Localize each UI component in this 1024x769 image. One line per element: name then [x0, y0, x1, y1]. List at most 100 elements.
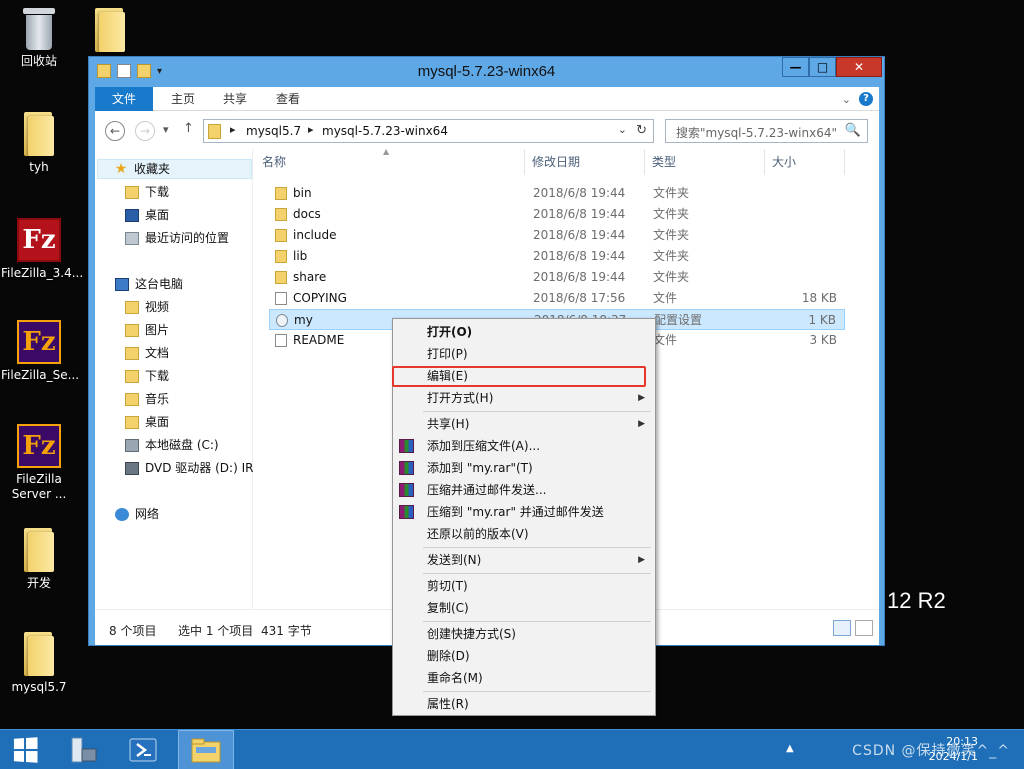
large-icons-view-button[interactable] — [855, 620, 873, 636]
refresh-icon[interactable]: ↻ — [636, 123, 647, 138]
nav-pc-downloads[interactable]: 下载 — [125, 366, 169, 386]
navigation-bar: ← → ▾ ↑ ▸ mysql5.7 ▸ mysql-5.7.23-winx64… — [95, 111, 879, 149]
nav-network[interactable]: 网络 — [115, 504, 159, 524]
file-name: docs — [293, 207, 321, 221]
file-row-docs[interactable]: docs 2018/6/8 19:44 文件夹 — [269, 204, 845, 225]
nav-documents[interactable]: 文档 — [125, 343, 169, 363]
nav-music[interactable]: 音乐 — [125, 389, 169, 409]
column-header-date[interactable]: 修改日期 — [525, 149, 645, 175]
clock[interactable]: 20:13 2024/1/1 — [929, 734, 978, 764]
address-bar[interactable]: ▸ mysql5.7 ▸ mysql-5.7.23-winx64 ⌄ ↻ — [203, 119, 654, 143]
filezilla-server-icon: Fz — [17, 424, 61, 468]
ribbon-expand-icon[interactable]: ⌄ — [842, 93, 851, 106]
menu-item-label: 打开(O) — [427, 325, 473, 339]
nav-desktop[interactable]: 桌面 — [125, 205, 169, 225]
desktop-folder[interactable] — [72, 8, 148, 56]
menu-item-print[interactable]: 打印(P) — [393, 343, 655, 365]
desktop-icon-recycle-bin[interactable]: 回收站 — [1, 8, 77, 69]
nav-pc-desktop[interactable]: 桌面 — [125, 412, 169, 432]
menu-item-open-with[interactable]: 打开方式(H) ▶ — [393, 387, 655, 409]
menu-item-add-to-archive[interactable]: 添加到压缩文件(A)... — [393, 435, 655, 457]
breadcrumb-mysql57[interactable]: mysql5.7 — [246, 124, 301, 138]
file-name: lib — [293, 249, 308, 263]
details-view-button[interactable] — [833, 620, 851, 636]
desktop-icon-tyh[interactable]: tyh — [1, 112, 77, 175]
file-type: 文件 — [653, 291, 678, 305]
system-tray: ▲ CSDN @保持微笑^_^ 20:13 2024/1/1 — [784, 730, 1024, 769]
file-size: 18 KB — [801, 291, 837, 305]
tab-file[interactable]: 文件 — [95, 87, 153, 111]
nav-recent[interactable]: 最近访问的位置 — [125, 228, 229, 248]
server-manager-button[interactable] — [58, 730, 108, 769]
tab-view[interactable]: 查看 — [266, 87, 310, 111]
menu-item-compress-my-rar-email[interactable]: 压缩到 "my.rar" 并通过邮件发送 — [393, 501, 655, 523]
menu-item-add-to-my-rar[interactable]: 添加到 "my.rar"(T) — [393, 457, 655, 479]
breadcrumb-separator[interactable]: ▸ — [308, 123, 314, 136]
file-row-copying[interactable]: COPYING 2018/6/8 17:56 文件 18 KB — [269, 288, 845, 309]
close-button[interactable]: ✕ — [836, 57, 882, 77]
column-header-size[interactable]: 大小 — [765, 149, 845, 175]
nav-favorites[interactable]: ★ 收藏夹 — [97, 159, 252, 179]
menu-item-create-shortcut[interactable]: 创建快捷方式(S) — [393, 623, 655, 645]
show-hidden-icons-icon[interactable]: ▲ — [786, 743, 794, 754]
nav-videos[interactable]: 视频 — [125, 297, 169, 317]
menu-item-restore-versions[interactable]: 还原以前的版本(V) — [393, 523, 655, 545]
menu-item-share[interactable]: 共享(H) ▶ — [393, 413, 655, 435]
menu-item-properties[interactable]: 属性(R) — [393, 693, 655, 715]
help-icon[interactable]: ? — [859, 92, 873, 106]
menu-item-delete[interactable]: 删除(D) — [393, 645, 655, 667]
nav-local-disk[interactable]: 本地磁盘 (C:) — [125, 435, 219, 455]
desktop-icon-filezilla-server[interactable]: Fz FileZilla Server ... — [1, 424, 77, 502]
menu-item-rename[interactable]: 重命名(M) — [393, 667, 655, 689]
menu-item-copy[interactable]: 复制(C) — [393, 597, 655, 619]
recent-locations-icon[interactable]: ▾ — [163, 123, 169, 136]
breadcrumb-current[interactable]: mysql-5.7.23-winx64 — [322, 124, 448, 138]
menu-item-label: 复制(C) — [427, 601, 469, 615]
desktop-icon-filezilla-server-setup[interactable]: Fz FileZilla_Se... — [1, 320, 79, 383]
menu-item-send-to[interactable]: 发送到(N) ▶ — [393, 549, 655, 571]
file-explorer-button[interactable] — [178, 730, 234, 769]
up-button[interactable]: ↑ — [183, 121, 194, 136]
search-placeholder: 搜索"mysql-5.7.23-winx64" — [676, 126, 837, 140]
nav-label: 最近访问的位置 — [145, 231, 230, 245]
maximize-button[interactable]: □ — [809, 57, 836, 77]
tab-share[interactable]: 共享 — [213, 87, 257, 111]
column-header-name[interactable]: 名称 — [255, 149, 525, 175]
nav-pictures[interactable]: 图片 — [125, 320, 169, 340]
desktop-icon-dev[interactable]: 开发 — [1, 528, 77, 591]
title-bar[interactable]: ▾ mysql-5.7.23-winx64 — □ ✕ — [89, 57, 884, 87]
nav-downloads[interactable]: 下载 — [125, 182, 169, 202]
start-button[interactable] — [0, 730, 50, 769]
clock-date: 2024/1/1 — [928, 750, 978, 763]
menu-item-cut[interactable]: 剪切(T) — [393, 575, 655, 597]
hard-drive-icon — [125, 438, 139, 452]
desktop-icon-label: 回收站 — [20, 54, 57, 68]
nav-dvd-drive[interactable]: DVD 驱动器 (D:) IR — [125, 458, 253, 478]
desktop-icon-label: tyh — [29, 160, 49, 174]
address-dropdown-icon[interactable]: ⌄ — [618, 123, 627, 136]
menu-item-label: 打印(P) — [427, 347, 468, 361]
file-row-lib[interactable]: lib 2018/6/8 19:44 文件夹 — [269, 246, 845, 267]
nav-this-pc[interactable]: 这台电脑 — [115, 274, 183, 294]
documents-icon — [125, 346, 139, 360]
powershell-button[interactable] — [118, 730, 168, 769]
breadcrumb-separator[interactable]: ▸ — [230, 123, 236, 136]
nav-label: 桌面 — [145, 415, 170, 429]
menu-item-label: 创建快捷方式(S) — [427, 627, 516, 641]
search-icon[interactable]: 🔍 — [845, 123, 861, 138]
menu-item-open[interactable]: 打开(O) — [393, 321, 655, 343]
desktop-icon-filezilla[interactable]: Fz FileZilla_3.4... — [1, 218, 83, 281]
music-icon — [125, 392, 139, 406]
minimize-button[interactable]: — — [782, 57, 809, 77]
file-row-bin[interactable]: bin 2018/6/8 19:44 文件夹 — [269, 183, 845, 204]
menu-item-compress-email[interactable]: 压缩并通过邮件发送... — [393, 479, 655, 501]
file-row-include[interactable]: include 2018/6/8 19:44 文件夹 — [269, 225, 845, 246]
forward-button[interactable]: → — [135, 121, 155, 141]
file-row-share[interactable]: share 2018/6/8 19:44 文件夹 — [269, 267, 845, 288]
tab-home[interactable]: 主页 — [161, 87, 205, 111]
item-count: 8 个项目 — [109, 624, 157, 638]
desktop-icon-mysql57[interactable]: mysql5.7 — [1, 632, 77, 695]
back-button[interactable]: ← — [105, 121, 125, 141]
search-input[interactable]: 搜索"mysql-5.7.23-winx64" 🔍 — [665, 119, 868, 143]
column-header-type[interactable]: 类型 — [645, 149, 765, 175]
